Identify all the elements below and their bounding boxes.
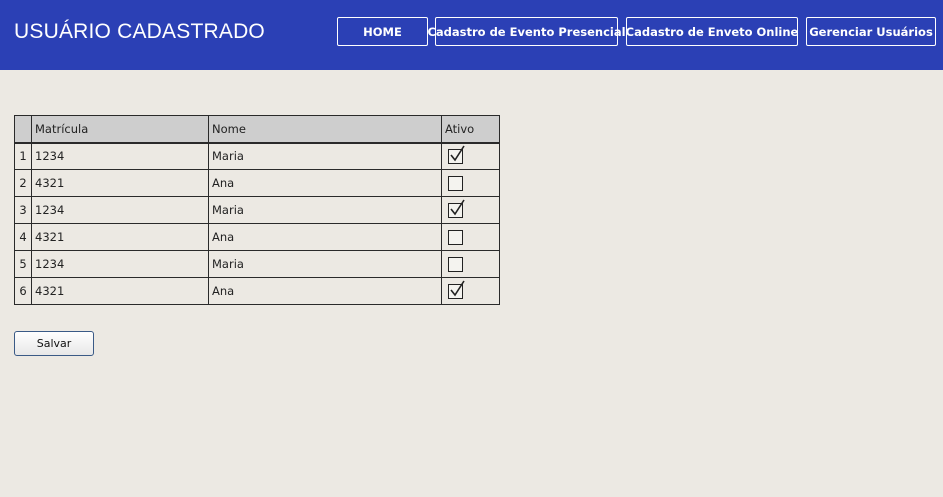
matricula-cell[interactable]: 4321 [31,223,209,251]
table-body: 1 1234 Maria 2 4321 Ana 3 1234 Maria 4 4321 Ana 5 123… [14,142,500,305]
index-column-header [14,115,32,144]
table-row[interactable]: 3 1234 Maria [14,196,500,224]
ativo-checkbox[interactable] [448,229,463,245]
row-index: 5 [14,250,32,278]
table-row[interactable]: 6 4321 Ana [14,277,500,305]
page-title: USUÁRIO CADASTRADO [14,20,265,43]
checkmark-icon [450,145,465,162]
matricula-cell[interactable]: 1234 [31,142,209,170]
ativo-cell [441,196,500,224]
ativo-checkbox-checked[interactable] [448,145,465,164]
table-header-row: Matrícula Nome Ativo [14,115,500,144]
ativo-checkbox-checked[interactable] [448,199,465,218]
row-index: 3 [14,196,32,224]
ativo-cell [441,223,500,251]
nav-home-button[interactable]: HOME [337,17,428,46]
table-row[interactable]: 1 1234 Maria [14,142,500,170]
matricula-cell[interactable]: 1234 [31,196,209,224]
ativo-checkbox-checked[interactable] [448,280,465,299]
ativo-cell [441,277,500,305]
table-row[interactable]: 5 1234 Maria [14,250,500,278]
ativo-cell [441,169,500,197]
row-index: 4 [14,223,32,251]
nome-cell[interactable]: Ana [208,277,442,305]
ativo-cell [441,142,500,170]
row-index: 6 [14,277,32,305]
nav-cadastro-evento-online-button[interactable]: Cadastro de Enveto Online [626,17,798,46]
ativo-checkbox[interactable] [448,175,463,191]
nome-cell[interactable]: Ana [208,169,442,197]
nome-cell[interactable]: Maria [208,196,442,224]
table-row[interactable]: 2 4321 Ana [14,169,500,197]
matricula-cell[interactable]: 4321 [31,169,209,197]
nav-gerenciar-usuarios-button[interactable]: Gerenciar Usuários [806,17,936,46]
checkmark-icon [450,199,465,215]
nome-cell[interactable]: Maria [208,250,442,278]
save-button[interactable]: Salvar [14,331,94,356]
ativo-checkbox[interactable] [448,256,463,272]
nome-cell[interactable]: Maria [208,142,442,170]
checkmark-icon [450,280,465,296]
nome-cell[interactable]: Ana [208,223,442,251]
table-row[interactable]: 4 4321 Ana [14,223,500,251]
row-index: 1 [14,142,32,170]
app-header: USUÁRIO CADASTRADO HOME Cadastro de Even… [0,0,943,70]
nome-column-header[interactable]: Nome [208,115,442,144]
matricula-cell[interactable]: 4321 [31,277,209,305]
ativo-column-header[interactable]: Ativo [441,115,500,144]
users-table: Matrícula Nome Ativo 1 1234 Maria 2 4321 Ana 3… [14,115,500,305]
ativo-cell [441,250,500,278]
matricula-column-header[interactable]: Matrícula [31,115,209,144]
matricula-cell[interactable]: 1234 [31,250,209,278]
nav-cadastro-evento-presencial-button[interactable]: Cadastro de Evento Presencial [427,17,626,46]
row-index: 2 [14,169,32,197]
